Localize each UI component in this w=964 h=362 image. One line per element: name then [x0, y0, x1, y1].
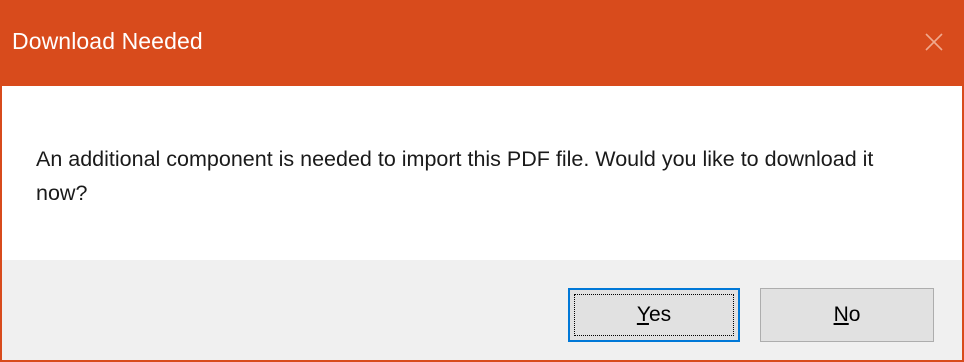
yes-label-rest: es — [648, 303, 672, 326]
dialog-title: Download Needed — [12, 28, 203, 54]
no-label-rest: o — [848, 303, 861, 326]
no-button[interactable]: No — [760, 288, 934, 342]
title-bar: Download Needed — [0, 0, 964, 86]
dialog-message: An additional component is needed to imp… — [36, 147, 874, 205]
no-mnemonic: N — [833, 303, 849, 326]
no-button-label: No — [834, 303, 861, 327]
dialog-content: An additional component is needed to imp… — [2, 86, 962, 260]
yes-button[interactable]: Yes — [568, 288, 740, 342]
download-needed-dialog: Download Needed An additional component … — [0, 0, 964, 362]
button-bar: Yes No — [2, 260, 962, 360]
yes-button-label: Yes — [637, 303, 671, 327]
yes-mnemonic: Y — [636, 303, 649, 326]
close-icon[interactable] — [922, 30, 946, 54]
